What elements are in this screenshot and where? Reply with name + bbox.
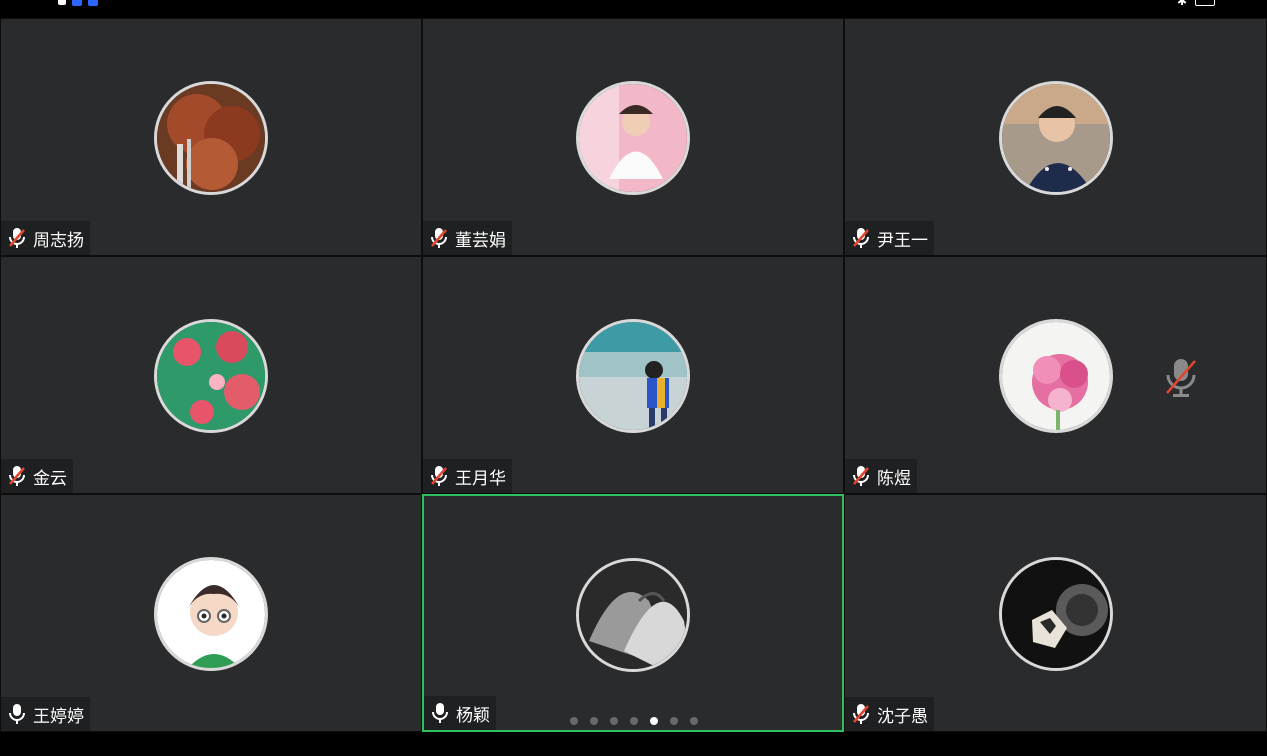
status-icons-left — [58, 0, 98, 6]
nameplate: 王月华 — [423, 459, 512, 493]
page-dot[interactable] — [610, 717, 618, 725]
page-dot[interactable] — [570, 717, 578, 725]
status-bar: ✱ — [0, 0, 1267, 18]
bluetooth-icon: ✱ — [1176, 0, 1187, 8]
page-dot[interactable] — [690, 717, 698, 725]
participant-name: 周志扬 — [33, 230, 84, 251]
mic-muted-icon[interactable] — [429, 227, 449, 249]
avatar — [998, 557, 1113, 671]
mic-icon[interactable] — [430, 702, 450, 724]
bottom-bar — [0, 732, 1267, 756]
page-dot[interactable] — [630, 717, 638, 725]
participant-name: 陈煜 — [877, 468, 911, 489]
mic-icon[interactable] — [7, 703, 27, 725]
avatar — [576, 319, 690, 433]
nameplate: 董芸娟 — [423, 221, 512, 255]
mic-muted-icon[interactable] — [851, 703, 871, 725]
nameplate: 沈子愚 — [845, 697, 934, 731]
app-icon — [72, 0, 82, 6]
participant-name: 董芸娟 — [455, 230, 506, 251]
nameplate: 王婷婷 — [1, 697, 90, 731]
avatar — [998, 81, 1113, 195]
participant-tile[interactable]: 董芸娟 — [422, 18, 844, 256]
mic-muted-icon[interactable] — [851, 227, 871, 249]
participant-name: 王婷婷 — [33, 706, 84, 727]
participant-name: 尹王一 — [877, 230, 928, 251]
page-dot[interactable] — [670, 717, 678, 725]
mic-muted-icon[interactable] — [7, 465, 27, 487]
participant-tile[interactable]: 金云 — [0, 256, 422, 494]
avatar — [154, 319, 268, 433]
page-dot[interactable] — [590, 717, 598, 725]
participant-name: 金云 — [33, 468, 67, 489]
participant-tile[interactable]: 陈煜 — [844, 256, 1267, 494]
participant-tile-active[interactable]: 杨颖 — [422, 494, 844, 732]
mic-muted-icon[interactable] — [7, 227, 27, 249]
nameplate: 陈煜 — [845, 459, 917, 493]
page-indicator — [570, 717, 698, 725]
nameplate: 尹王一 — [845, 221, 934, 255]
participant-tile[interactable]: 尹王一 — [844, 18, 1267, 256]
mic-muted-icon — [1166, 359, 1196, 397]
participant-tile[interactable]: 王婷婷 — [0, 494, 422, 732]
avatar — [154, 81, 268, 195]
avatar — [998, 319, 1113, 433]
participant-name: 杨颖 — [456, 705, 490, 726]
participant-tile[interactable]: 沈子愚 — [844, 494, 1267, 732]
status-icons-right: ✱ — [1177, 0, 1215, 8]
nameplate: 金云 — [1, 459, 73, 493]
participant-name: 沈子愚 — [877, 706, 928, 727]
avatar — [576, 81, 690, 195]
participant-tile[interactable]: 王月华 — [422, 256, 844, 494]
avatar — [154, 557, 268, 671]
participant-name: 王月华 — [455, 468, 506, 489]
avatar — [576, 558, 690, 672]
nameplate: 周志扬 — [1, 221, 90, 255]
app-icon — [88, 0, 98, 6]
participant-grid: 周志扬 董芸娟 尹王一 金云 王月华 陈煜 王婷婷 杨颖 沈子愚 — [0, 18, 1267, 732]
participant-tile[interactable]: 周志扬 — [0, 18, 422, 256]
mic-muted-icon[interactable] — [851, 465, 871, 487]
page-dot-active[interactable] — [650, 717, 658, 725]
nameplate: 杨颖 — [424, 696, 496, 730]
battery-icon — [1195, 0, 1215, 6]
mic-muted-icon[interactable] — [429, 465, 449, 487]
notification-icon — [58, 0, 66, 5]
